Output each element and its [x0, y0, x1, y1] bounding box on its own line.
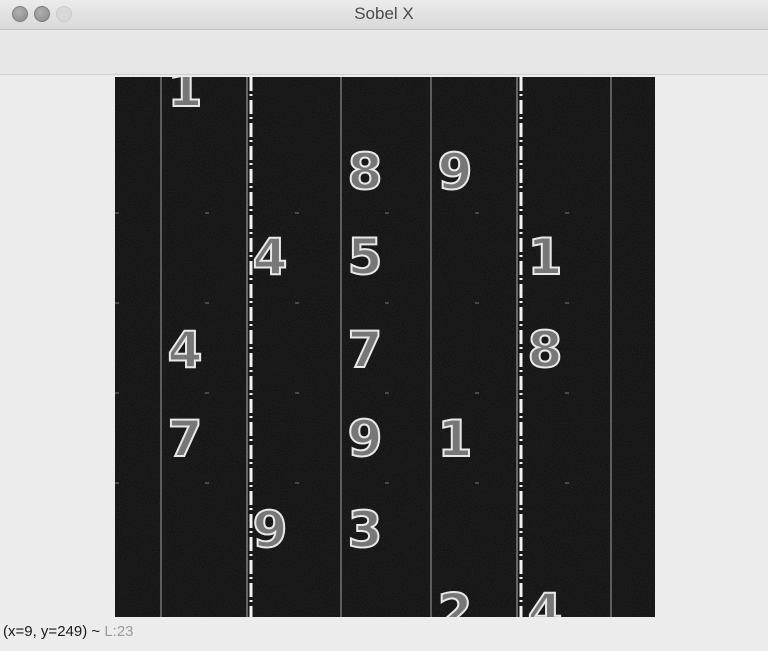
digit-16: 4	[527, 583, 564, 617]
digit-8: 7	[347, 321, 384, 379]
digit-15: 2	[437, 583, 474, 617]
pixel-level: L:23	[104, 623, 134, 640]
digit-1: 1	[167, 77, 204, 118]
digit-7: 4	[167, 321, 204, 379]
digit-14: 3	[347, 501, 384, 559]
digit-3: 9	[437, 143, 474, 201]
digit-2: 8	[347, 143, 384, 201]
digit-5: 5	[347, 228, 384, 286]
image-canvas[interactable]: 81894514787919324	[115, 77, 655, 617]
digit-13: 9	[252, 501, 289, 559]
title-bar: Sobel X	[0, 0, 768, 30]
digit-6: 1	[527, 228, 564, 286]
cursor-coords: (x=9, y=249) ~	[3, 623, 101, 640]
status-bar: (x=9, y=249) ~ L:23	[0, 618, 768, 651]
window-title: Sobel X	[354, 4, 414, 23]
digit-12: 1	[437, 410, 474, 468]
cursor-readout: (x=9, y=249) ~ L:23	[3, 623, 134, 640]
toolbar	[0, 30, 768, 75]
digit-10: 7	[167, 410, 204, 468]
digit-11: 9	[347, 410, 384, 468]
digit-4: 4	[252, 228, 289, 286]
digit-9: 8	[527, 321, 564, 379]
